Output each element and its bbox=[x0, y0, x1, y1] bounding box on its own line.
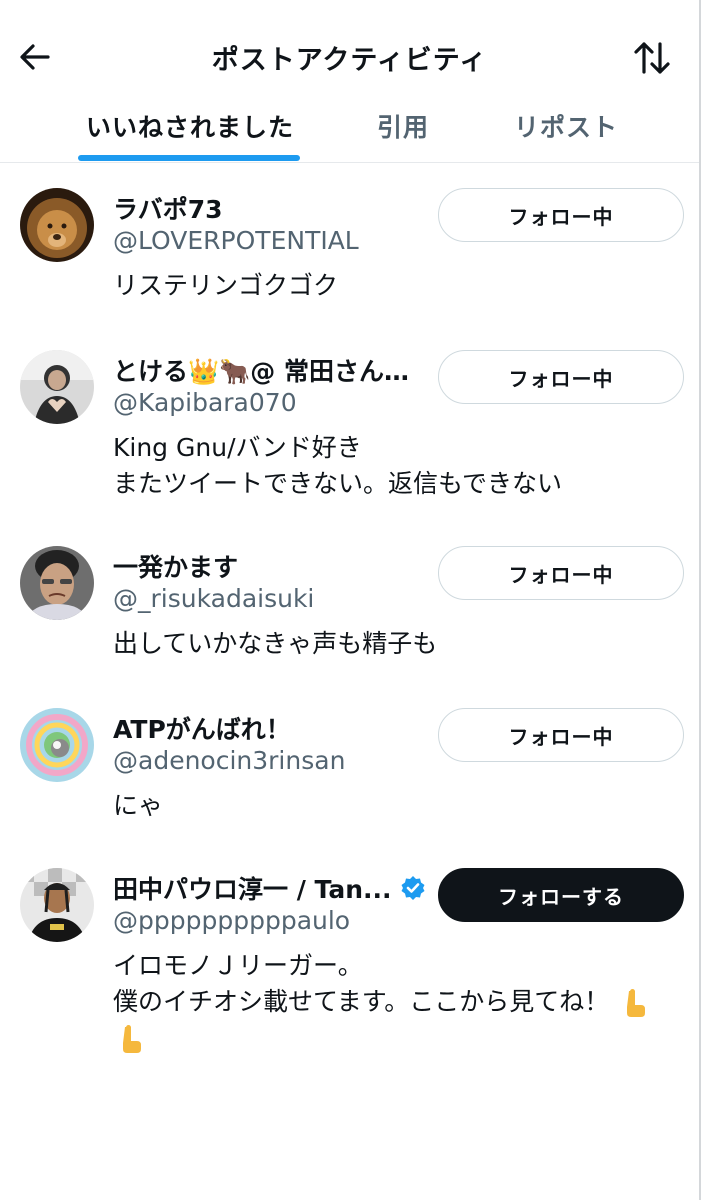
user-name-row: とける👑🐂@ 常田さん… bbox=[113, 350, 409, 390]
avatar[interactable] bbox=[20, 868, 94, 942]
user-handle[interactable]: @adenocin3rinsan bbox=[113, 746, 345, 775]
bio-line-text: 僕のイチオシ載せてます。ここから見てね！ bbox=[113, 987, 610, 1016]
user-name[interactable]: ATPがんばれ！ bbox=[113, 710, 291, 746]
pointing-down-icon bbox=[123, 1025, 141, 1053]
bio-line: King Gnu/バンド好き bbox=[113, 433, 362, 462]
active-tab-indicator bbox=[78, 155, 300, 161]
sort-arrows-icon[interactable] bbox=[632, 38, 672, 78]
avatar[interactable] bbox=[20, 708, 94, 782]
user-bio: にゃ bbox=[113, 788, 683, 824]
bio-line: にゃ bbox=[113, 791, 164, 820]
tab-quotes[interactable]: 引用 bbox=[377, 108, 429, 144]
bio-line: 僕のイチオシ載せてます。ここから見てね！ bbox=[113, 984, 683, 1020]
tab-bar: いいねされました 引用 リポスト bbox=[0, 100, 699, 163]
user-bio: 出していかなきゃ声も精子も bbox=[113, 626, 683, 662]
bio-line: またツイートできない。返信もできない bbox=[113, 469, 563, 498]
user-handle[interactable]: @ppppppppppaulo bbox=[113, 906, 350, 935]
bio-line: イロモノＪリーガー。 bbox=[113, 951, 363, 980]
user-name[interactable]: 一発かます bbox=[113, 548, 238, 584]
user-handle[interactable]: @_risukadaisuki bbox=[113, 584, 314, 613]
following-button[interactable]: フォロー中 bbox=[438, 708, 684, 762]
user-handle[interactable]: @Kapibara070 bbox=[113, 388, 297, 417]
user-bio: King Gnu/バンド好き またツイートできない。返信もできない bbox=[113, 430, 683, 502]
user-bio: イロモノＪリーガー。 僕のイチオシ載せてます。ここから見てね！ bbox=[113, 948, 683, 1056]
user-name[interactable]: 田中パウロ淳一 / Tan... bbox=[113, 870, 392, 906]
bio-line bbox=[113, 1020, 683, 1056]
following-button[interactable]: フォロー中 bbox=[438, 350, 684, 404]
page-title: ポストアクティビティ bbox=[211, 45, 488, 76]
avatar[interactable] bbox=[20, 546, 94, 620]
user-name-row: 田中パウロ淳一 / Tan... bbox=[113, 868, 426, 908]
verified-badge-icon bbox=[401, 876, 425, 900]
user-name-row: 一発かます bbox=[113, 546, 238, 586]
pointing-down-icon bbox=[627, 989, 646, 1017]
user-name-row: ラバポ73 bbox=[113, 188, 223, 228]
tab-liked[interactable]: いいねされました bbox=[86, 108, 294, 144]
bio-line: リステリンゴクゴク bbox=[113, 271, 339, 300]
user-name-row: ATPがんばれ！ bbox=[113, 708, 291, 748]
user-bio: リステリンゴクゴク bbox=[113, 268, 683, 304]
header: ポストアクティビティ bbox=[0, 0, 699, 110]
avatar[interactable] bbox=[20, 350, 94, 424]
user-name[interactable]: ラバポ73 bbox=[113, 190, 223, 226]
tab-reposts[interactable]: リポスト bbox=[514, 108, 618, 144]
following-button[interactable]: フォロー中 bbox=[438, 188, 684, 242]
user-name[interactable]: とける👑🐂@ 常田さん… bbox=[113, 352, 409, 388]
following-button[interactable]: フォロー中 bbox=[438, 546, 684, 600]
avatar[interactable] bbox=[20, 188, 94, 262]
follow-button[interactable]: フォローする bbox=[438, 868, 684, 922]
user-handle[interactable]: @LOVERPOTENTIAL bbox=[113, 226, 359, 255]
bio-line: 出していかなきゃ声も精子も bbox=[113, 629, 438, 658]
